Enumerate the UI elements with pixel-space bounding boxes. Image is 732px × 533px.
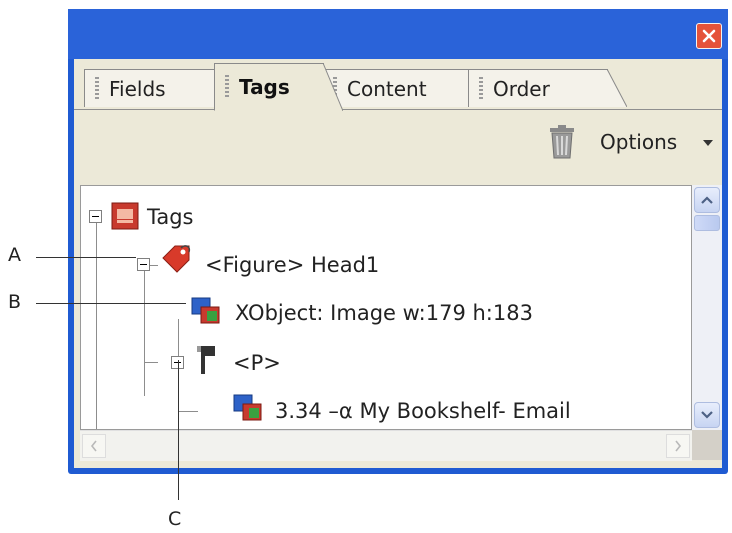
vertical-scrollbar[interactable] — [692, 185, 722, 430]
chevron-right-icon — [675, 440, 682, 452]
tags-panel-window: Fields Content Order Tags Options Tags <… — [68, 9, 728, 474]
tree-connector — [96, 223, 97, 429]
tab-order-label: Order — [493, 76, 550, 101]
tab-order[interactable]: Order — [468, 69, 627, 107]
tree-item-tags[interactable]: Tags — [147, 202, 194, 232]
tab-edge — [607, 69, 627, 107]
grip-icon — [95, 76, 99, 101]
callout-line-b — [36, 303, 186, 304]
trash-icon[interactable] — [548, 124, 576, 160]
tags-root-icon — [111, 202, 139, 230]
tree-connector — [144, 266, 145, 396]
scroll-up-button[interactable] — [694, 187, 720, 213]
tree-item-paragraph[interactable]: <P> — [233, 348, 281, 378]
callout-label-b: B — [8, 291, 22, 313]
tab-fields[interactable]: Fields — [84, 69, 235, 107]
chevron-up-icon — [701, 196, 713, 204]
callout-line-c — [178, 360, 179, 500]
grip-icon — [225, 75, 229, 99]
tree-item-figure[interactable]: <Figure> Head1 — [205, 250, 379, 280]
tab-content[interactable]: Content — [322, 69, 489, 107]
tag-tree: Tags <Figure> Head1 XObject: Image w:179… — [80, 185, 692, 430]
grip-icon — [479, 76, 483, 101]
tree-item-label: <Figure> Head1 — [205, 253, 380, 277]
callout-label-c: C — [168, 508, 182, 530]
collapse-toggle[interactable] — [89, 210, 102, 223]
tab-fields-label: Fields — [109, 76, 166, 101]
scroll-corner — [692, 430, 722, 460]
tab-strip: Fields Content Order Tags — [74, 59, 722, 111]
tree-item-label: XObject: Image w:179 h:183 — [235, 301, 533, 325]
callout-label-a: A — [8, 244, 21, 266]
callout-line-a — [36, 257, 136, 258]
paragraph-tag-icon — [197, 346, 215, 374]
scroll-right-button[interactable] — [666, 434, 690, 458]
xobject-icon — [191, 297, 220, 324]
close-icon — [702, 29, 716, 43]
chevron-down-icon[interactable] — [703, 140, 713, 146]
chevron-left-icon — [90, 440, 97, 452]
chevron-down-icon — [701, 411, 713, 419]
tree-item-label: <P> — [233, 351, 281, 375]
tree-connector — [144, 362, 158, 363]
tab-content-label: Content — [347, 76, 427, 101]
tree-item-label: Tags — [147, 205, 194, 229]
collapse-toggle[interactable] — [137, 258, 150, 271]
tab-tags[interactable]: Tags — [214, 63, 343, 111]
tree-item-content[interactable]: 3.34 –α My Bookshelf- Email — [275, 396, 571, 426]
close-button[interactable] — [696, 23, 722, 49]
options-menu-button[interactable]: Options — [600, 130, 677, 154]
scroll-thumb[interactable] — [694, 215, 720, 231]
tree-item-label: 3.34 –α My Bookshelf- Email — [275, 399, 571, 423]
horizontal-scrollbar[interactable] — [80, 430, 692, 461]
content-item-icon — [233, 394, 262, 421]
tree-connector — [178, 411, 198, 412]
tab-tags-label: Tags — [239, 75, 290, 99]
panel-client: Fields Content Order Tags Options Tags <… — [74, 59, 722, 468]
figure-tag-icon — [162, 245, 191, 273]
panel-toolbar: Options — [74, 110, 722, 182]
tree-item-xobject[interactable]: XObject: Image w:179 h:183 — [235, 298, 533, 328]
tab-edge — [323, 63, 343, 111]
title-bar — [68, 9, 728, 59]
scroll-left-button[interactable] — [82, 434, 106, 458]
scroll-down-button[interactable] — [694, 402, 720, 428]
